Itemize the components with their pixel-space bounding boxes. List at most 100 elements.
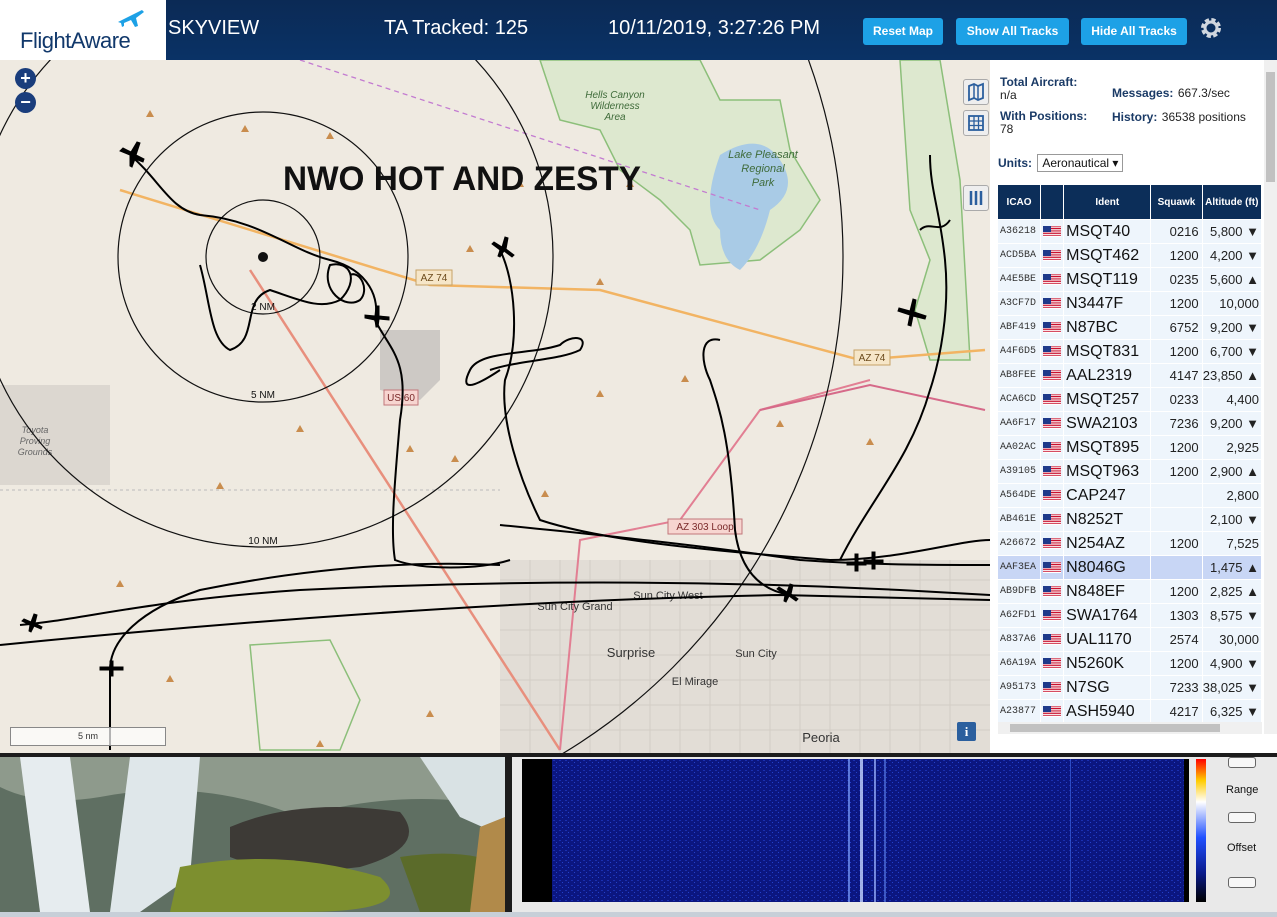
squawk-cell: 1200 <box>1151 580 1203 603</box>
history-stat: History: 36538 positions <box>1112 110 1252 124</box>
range-slider[interactable] <box>1228 812 1256 823</box>
table-row[interactable]: A4F6D5 MSQT831 1200 6,700 ▼ <box>998 340 1262 363</box>
column-header-altitude[interactable]: Altitude (ft) <box>1202 185 1262 219</box>
squawk-cell: 7233 <box>1151 676 1203 699</box>
us-flag-icon <box>1043 562 1062 574</box>
units-select[interactable]: Aeronautical ▾ <box>1037 154 1124 172</box>
table-row[interactable]: ABF419 N87BC 6752 9,200 ▼ <box>998 316 1262 339</box>
table-row[interactable]: AB461E N8252T 2,100 ▼ <box>998 508 1262 531</box>
table-row[interactable]: A36218 MSQT40 0216 5,800 ▼ <box>998 220 1262 243</box>
table-row[interactable]: AA02AC MSQT895 1200 2,925 <box>998 436 1262 459</box>
zoom-in-icon[interactable]: + <box>15 68 36 89</box>
map-canvas[interactable]: AZ 74 AZ 74 US 60 AZ 303 Loop Hells Cany… <box>0 60 990 753</box>
altitude-cell: 2,800 <box>1202 484 1262 507</box>
table-row[interactable]: A26672 N254AZ 1200 7,525 <box>998 532 1262 555</box>
squawk-cell: 0233 <box>1151 388 1203 411</box>
table-row[interactable]: A564DE CAP247 2,800 <box>998 484 1262 507</box>
table-row[interactable]: A837A6 UAL1170 2574 30,000 <box>998 628 1262 651</box>
info-icon[interactable]: i <box>957 722 976 741</box>
aircraft-panel: Total Aircraft: n/a With Positions: 78 M… <box>990 60 1277 753</box>
column-header-icao[interactable]: ICAO <box>998 185 1042 219</box>
squawk-cell: 4217 <box>1151 700 1203 723</box>
aircraft-icon[interactable] <box>119 141 145 168</box>
table-row[interactable]: A4E5BE MSQT119 0235 5,600 ▲ <box>998 268 1262 291</box>
map-icon[interactable] <box>963 79 989 105</box>
us-flag-icon <box>1043 514 1062 526</box>
offset-slider[interactable] <box>1228 877 1256 888</box>
aircraft-icon[interactable] <box>99 660 124 677</box>
city-label: Surprise <box>607 645 655 660</box>
flightaware-logo[interactable]: FlightAware <box>0 0 166 60</box>
map-view[interactable]: AZ 74 AZ 74 US 60 AZ 303 Loop Hells Cany… <box>0 60 990 753</box>
grid-icon[interactable] <box>963 110 989 136</box>
icao-cell: AAF3EA <box>998 556 1042 579</box>
stat-value: 36538 positions <box>1161 110 1246 124</box>
altitude-cell: 38,025 ▼ <box>1202 676 1262 699</box>
place-label: Hells Canyon <box>585 90 645 101</box>
altitude-cell: 30,000 <box>1202 628 1262 651</box>
ident-cell: N5260K <box>1064 652 1152 675</box>
squawk-cell: 4147 <box>1151 364 1203 387</box>
ident-cell: SWA1764 <box>1064 604 1152 627</box>
squawk-cell <box>1151 556 1203 579</box>
total-aircraft-stat: Total Aircraft: n/a <box>1000 76 1110 102</box>
range-slider-top[interactable] <box>1228 757 1256 768</box>
show-all-tracks-button[interactable]: Show All Tracks <box>956 18 1069 45</box>
table-row[interactable]: AB9DFB N848EF 1200 2,825 ▲ <box>998 580 1262 603</box>
road-label-az74-east: AZ 74 <box>859 353 886 364</box>
app-name: SKYVIEW <box>168 17 260 39</box>
plane-logo-icon <box>118 10 144 27</box>
ident-cell: MSQT40 <box>1064 220 1152 243</box>
columns-icon[interactable] <box>963 185 989 211</box>
units-label: Units: <box>998 156 1032 170</box>
table-row[interactable]: A3CF7D N3447F 1200 10,000 <box>998 292 1262 315</box>
squawk-cell <box>1151 508 1203 531</box>
flag-cell <box>1041 484 1065 507</box>
aircraft-icon[interactable] <box>364 305 390 328</box>
altitude-cell: 9,200 ▼ <box>1202 412 1262 435</box>
flag-cell <box>1041 268 1065 291</box>
datetime: 10/11/2019, 3:27:26 PM <box>608 17 821 39</box>
table-row[interactable]: A62FD1 SWA1764 1303 8,575 ▼ <box>998 604 1262 627</box>
aircraft-icon[interactable] <box>491 236 515 258</box>
column-header-squawk[interactable]: Squawk <box>1151 185 1203 219</box>
icao-cell: A36218 <box>998 220 1042 243</box>
table-row[interactable]: ACA6CD MSQT257 0233 4,400 <box>998 388 1262 411</box>
us-flag-icon <box>1043 610 1062 622</box>
place-label: Grounds <box>18 447 53 457</box>
ident-cell: N8252T <box>1064 508 1152 531</box>
place-label: Area <box>603 112 626 123</box>
table-row[interactable]: A95173 N7SG 7233 38,025 ▼ <box>998 676 1262 699</box>
ident-cell: N8046G <box>1064 556 1152 579</box>
table-row[interactable]: AAF3EA N8046G 1,475 ▲ <box>998 556 1262 579</box>
flag-cell <box>1041 532 1065 555</box>
ident-cell: MSQT119 <box>1064 268 1152 291</box>
table-row[interactable]: ACD5BA MSQT462 1200 4,200 ▼ <box>998 244 1262 267</box>
table-row[interactable]: A6A19A N5260K 1200 4,900 ▼ <box>998 652 1262 675</box>
stat-label: With Positions: <box>1000 109 1088 123</box>
reset-map-button[interactable]: Reset Map <box>863 18 943 45</box>
icao-cell: A4E5BE <box>998 268 1042 291</box>
squawk-cell: 1200 <box>1151 532 1203 555</box>
place-label: Regional <box>741 163 785 175</box>
flag-cell <box>1041 316 1065 339</box>
table-row[interactable]: AB8FEE AAL2319 4147 23,850 ▲ <box>998 364 1262 387</box>
icao-cell: A26672 <box>998 532 1042 555</box>
spectrogram[interactable] <box>522 759 1189 902</box>
gear-icon[interactable] <box>1198 15 1224 41</box>
hide-all-tracks-button[interactable]: Hide All Tracks <box>1081 18 1187 45</box>
table-row[interactable]: A23877 ASH5940 4217 6,325 ▼ <box>998 700 1262 723</box>
table-row[interactable]: A39105 MSQT963 1200 2,900 ▲ <box>998 460 1262 483</box>
ident-cell: AAL2319 <box>1064 364 1152 387</box>
altitude-cell: 2,900 ▲ <box>1202 460 1262 483</box>
squawk-cell: 1200 <box>1151 460 1203 483</box>
table-row[interactable]: AA6F17 SWA2103 7236 9,200 ▼ <box>998 412 1262 435</box>
zoom-out-icon[interactable]: − <box>15 92 36 113</box>
vertical-scrollbar[interactable] <box>1264 60 1277 734</box>
horizontal-scrollbar[interactable] <box>998 722 1262 734</box>
altitude-cell: 2,825 ▲ <box>1202 580 1262 603</box>
us-flag-icon <box>1043 658 1062 670</box>
column-header-ident[interactable]: Ident <box>1064 185 1152 219</box>
taskbar <box>0 912 1277 917</box>
column-header-flag[interactable] <box>1041 185 1065 219</box>
